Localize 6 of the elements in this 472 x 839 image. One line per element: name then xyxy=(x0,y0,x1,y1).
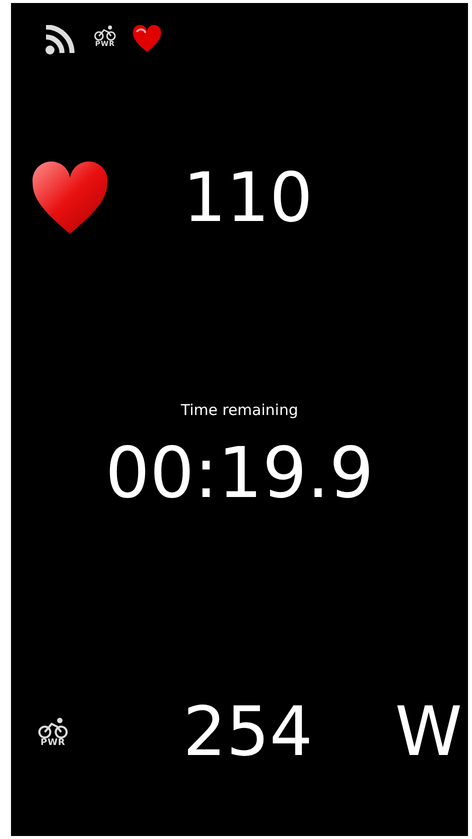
heart-rate-value: 110 xyxy=(183,165,313,233)
power-value: 254 xyxy=(183,698,314,766)
timer-label: Time remaining xyxy=(180,400,298,421)
timer-value: 00:19.9 xyxy=(105,438,374,508)
heart-icon xyxy=(132,25,162,53)
power-unit: W xyxy=(395,698,462,766)
